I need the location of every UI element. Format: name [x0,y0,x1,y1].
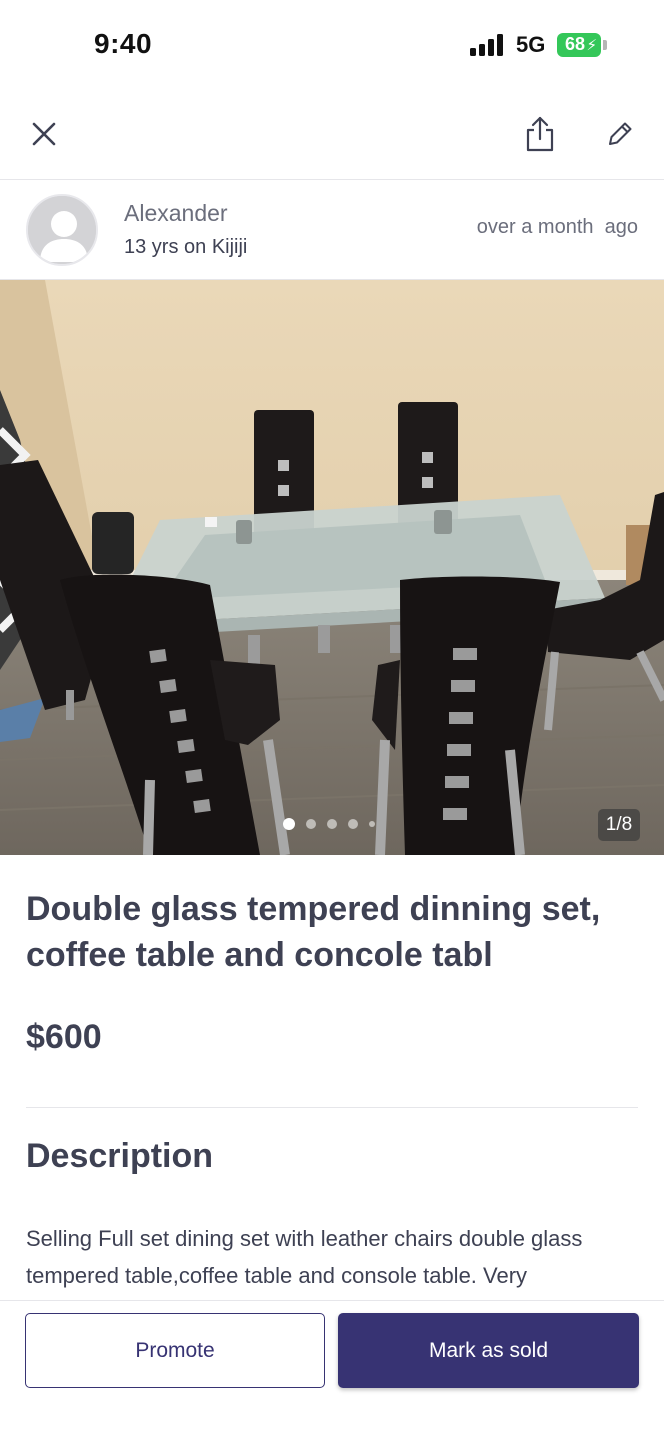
seller-name[interactable]: Alexander [124,200,228,227]
share-button[interactable] [520,114,560,154]
avatar[interactable] [26,194,98,266]
seller-info[interactable]: Alexander 13 yrs on Kijiji over a month … [0,180,664,280]
listing-title: Double glass tempered dinning set, coffe… [26,890,601,974]
listing-photo-carousel[interactable]: 1/8 [0,280,664,855]
description-heading: Description [26,1137,214,1175]
close-icon [32,122,56,146]
battery-cap [603,40,607,50]
carousel-dot [306,819,316,829]
seller-tenure: 13 yrs on Kijiji [124,236,248,258]
description-text: Selling Full set dining set with leather… [26,1226,583,1288]
listing-price: $600 [26,1018,102,1056]
carousel-dot [348,819,358,829]
edit-button[interactable] [602,116,638,152]
charging-bolt-icon: ⚡ [586,37,597,54]
photo-counter: 1/8 [598,809,640,841]
promote-button[interactable]: Promote [25,1313,325,1388]
network-type: 5G [516,32,546,57]
share-icon [526,116,554,152]
divider [26,1107,638,1108]
battery-icon: 68 ⚡ [557,33,601,57]
carousel-dot [369,821,375,827]
listing-photo [0,280,664,855]
cellular-signal-icon [470,34,506,56]
carousel-dot-active [283,818,295,830]
mark-as-sold-button[interactable]: Mark as sold [338,1313,639,1388]
edit-pencil-icon [609,122,632,145]
top-action-bar [0,92,664,180]
posted-time: over a month ago [476,216,638,238]
status-bar: 9:40 5G 68 ⚡ [0,0,664,92]
bottom-action-bar: Promote Mark as sold [0,1300,664,1440]
close-button[interactable] [26,116,62,152]
carousel-dot [327,819,337,829]
status-time: 9:40 [94,28,153,59]
default-avatar-icon [28,196,96,264]
